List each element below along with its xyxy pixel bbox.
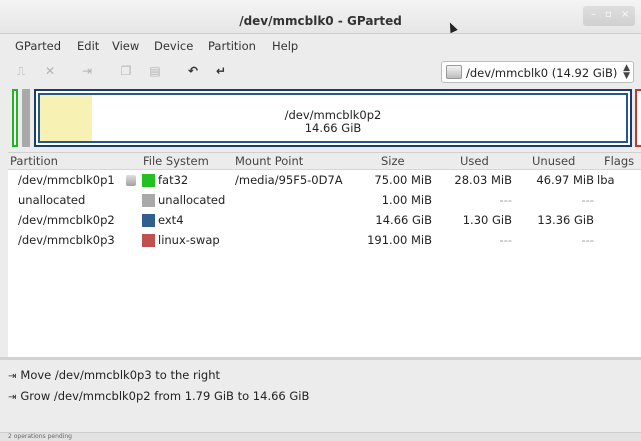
cell-size: 75.00 MiB (374, 173, 432, 187)
move-icon: ⇥ (8, 371, 17, 382)
minimize-icon[interactable]: – (591, 9, 596, 20)
title-bar: /dev/mmcblk0 - GParted – ▫ × (0, 0, 641, 34)
col-filesystem[interactable]: File System (143, 154, 209, 168)
col-size[interactable]: Size (381, 154, 405, 168)
status-text: 2 operations pending (8, 433, 72, 440)
copy-icon[interactable]: ❐ (119, 64, 133, 78)
cell-size: 14.66 GiB (375, 213, 432, 227)
col-mountpoint[interactable]: Mount Point (235, 154, 303, 168)
diskmap-p2-selection: /dev/mmcblk0p2 14.66 GiB (38, 93, 628, 143)
cell-partition: /dev/mmcblk0p1 (18, 173, 115, 187)
menu-gparted[interactable]: GParted (15, 39, 61, 53)
diskmap-p2-size: 14.66 GiB (304, 121, 362, 135)
cell-used: 1.30 GiB (462, 213, 512, 227)
operation-text: Grow /dev/mmcblk0p2 from 1.79 GiB to 14.… (20, 389, 310, 403)
fs-color-swatch (142, 174, 155, 187)
grow-icon: ⇥ (8, 392, 17, 403)
cell-unused: 46.97 MiB (536, 173, 594, 187)
cell-used: --- (499, 193, 512, 207)
operation-item[interactable]: ⇥ Grow /dev/mmcblk0p2 from 1.79 GiB to 14… (8, 389, 309, 403)
cell-filesystem: ext4 (158, 213, 184, 227)
cell-partition: unallocated (18, 193, 86, 207)
cell-filesystem: linux-swap (158, 233, 220, 247)
table-header: Partition File System Mount Point Size U… (8, 153, 641, 170)
operation-text: Move /dev/mmcblk0p3 to the right (20, 368, 221, 382)
table-row[interactable]: /dev/mmcblk0p2 ext4 14.66 GiB 1.30 GiB 1… (8, 211, 641, 230)
col-flags[interactable]: Flags (604, 154, 634, 168)
window-title: /dev/mmcblk0 - GParted (239, 14, 402, 28)
cell-filesystem: unallocated (158, 193, 226, 207)
table-row[interactable]: unallocated unallocated 1.00 MiB --- --- (8, 191, 641, 210)
cell-flags: lba (597, 173, 615, 187)
menu-help[interactable]: Help (272, 39, 298, 53)
fs-color-swatch (142, 234, 155, 247)
cell-unused: 13.36 GiB (537, 213, 594, 227)
status-bar: 2 operations pending (0, 432, 641, 441)
menu-partition[interactable]: Partition (208, 39, 256, 53)
device-selector[interactable]: /dev/mmcblk0 (14.92 GiB) ▲ ▼ (441, 61, 634, 83)
apply-icon[interactable]: ↵ (214, 64, 228, 78)
table-row[interactable]: /dev/mmcblk0p3 linux-swap 191.00 MiB ---… (8, 231, 641, 250)
menu-edit[interactable]: Edit (77, 39, 99, 53)
cell-partition: /dev/mmcblk0p2 (18, 213, 115, 227)
lock-icon (126, 175, 136, 186)
col-used[interactable]: Used (460, 154, 489, 168)
delete-icon[interactable]: ✕ (43, 64, 57, 78)
operation-item[interactable]: ⇥ Move /dev/mmcblk0p3 to the right (8, 368, 220, 382)
col-partition[interactable]: Partition (10, 154, 58, 168)
diskmap-unallocated[interactable] (22, 89, 30, 147)
disk-map: /dev/mmcblk0p2 14.66 GiB (8, 88, 641, 150)
maximize-icon[interactable]: ▫ (605, 9, 612, 20)
menubar: GParted Edit View Device Partition Help (0, 36, 641, 56)
cell-unused: --- (581, 193, 594, 207)
cell-size: 191.00 MiB (367, 233, 432, 247)
close-icon[interactable]: × (621, 9, 629, 20)
menu-view[interactable]: View (112, 39, 139, 53)
diskmap-partition-p1[interactable] (12, 89, 18, 147)
cell-partition: /dev/mmcblk0p3 (18, 233, 115, 247)
disk-icon (446, 65, 462, 79)
cell-used: 28.03 MiB (454, 173, 512, 187)
diskmap-partition-p3[interactable] (635, 89, 641, 147)
gparted-window: /dev/mmcblk0 - GParted – ▫ × GParted Edi… (0, 0, 641, 441)
cell-size: 1.00 MiB (381, 193, 432, 207)
col-unused[interactable]: Unused (532, 154, 575, 168)
diskmap-partition-p2[interactable]: /dev/mmcblk0p2 14.66 GiB (34, 89, 632, 147)
partition-table: Partition File System Mount Point Size U… (8, 152, 641, 357)
window-controls[interactable]: – ▫ × (583, 6, 635, 26)
pending-operations-pane: ⇥ Move /dev/mmcblk0p3 to the right ⇥ Grow … (0, 357, 641, 435)
device-selector-value: /dev/mmcblk0 (14.92 GiB) (466, 66, 618, 80)
cell-filesystem: fat32 (158, 173, 189, 187)
undo-icon[interactable]: ↶ (186, 64, 200, 78)
new-icon[interactable]: ⎍ (14, 64, 28, 78)
cell-used: --- (499, 233, 512, 247)
diskmap-p2-label: /dev/mmcblk0p2 14.66 GiB (40, 109, 626, 135)
cell-mountpoint: /media/95F5-0D7A (235, 173, 343, 187)
updown-arrow-icon: ▲ ▼ (623, 63, 630, 81)
resize-icon[interactable]: ⇥ (80, 64, 94, 78)
cell-unused: --- (581, 233, 594, 247)
fs-color-swatch (142, 194, 155, 207)
paste-icon[interactable]: ▤ (148, 64, 162, 78)
fs-color-swatch (142, 214, 155, 227)
table-row[interactable]: /dev/mmcblk0p1 fat32 /media/95F5-0D7A 75… (8, 171, 641, 190)
menu-device[interactable]: Device (154, 39, 193, 53)
